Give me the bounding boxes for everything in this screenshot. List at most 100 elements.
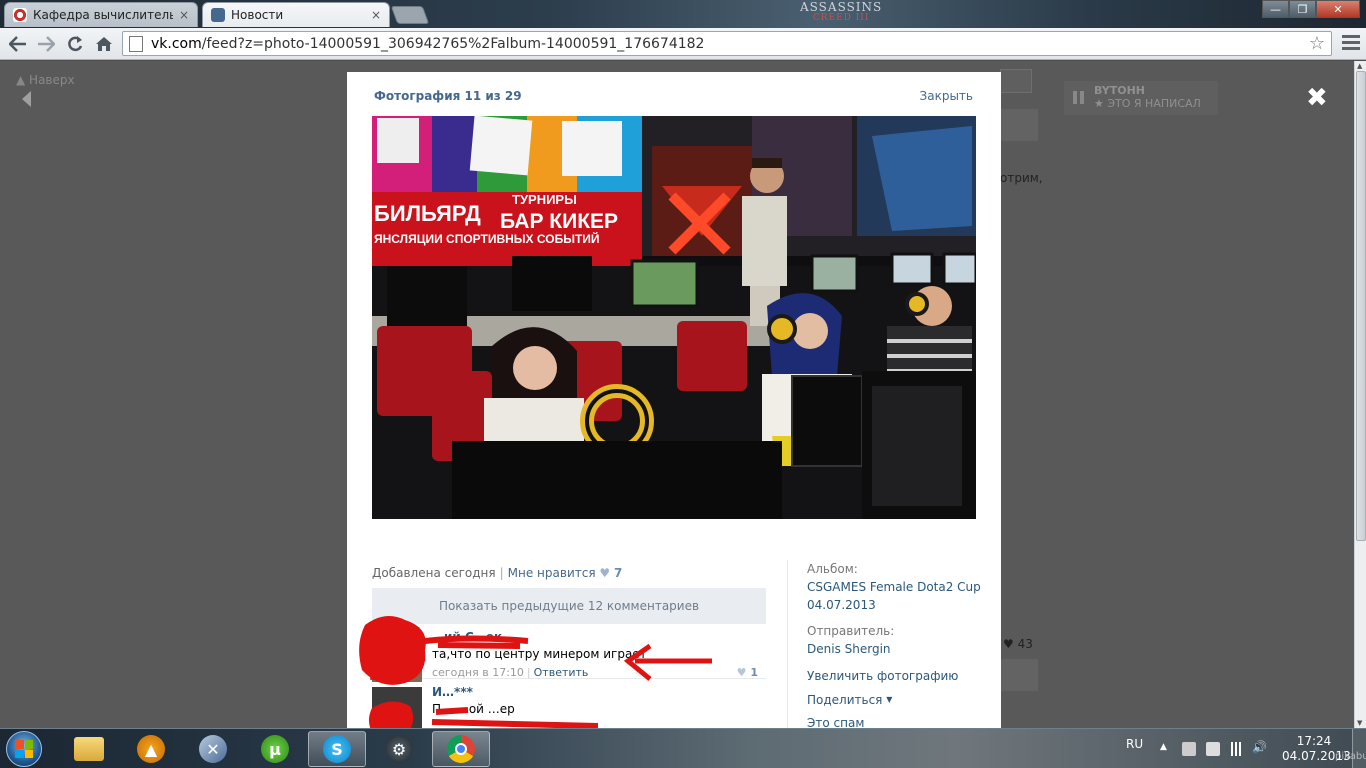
url-path: /feed?z=photo-14000591_306942765%2Falbum… [201,35,705,52]
show-previous-comments-button[interactable]: Показать предыдущие 12 комментариев [372,588,766,624]
back-button[interactable] [6,33,30,55]
background-text: отрим, [1000,171,1043,185]
show-hidden-icons-icon[interactable]: ▲ [1160,742,1174,756]
action-center-icon[interactable] [1206,742,1220,756]
photo-image[interactable]: БИЛЬЯРД ТУРНИРЫ БАР КИКЕР ЯНСЛЯЦИИ СПОРТ… [372,116,976,519]
scrollbar-thumb[interactable] [1356,71,1366,541]
wallpaper-logo: ASSASSINS CREED III [800,0,883,24]
up-link-label: Наверх [29,73,75,87]
taskbar-aimp[interactable]: ▲ [122,731,180,767]
watermark: pikabu.ru [1335,751,1366,762]
tab-kafedra[interactable]: Кафедра вычислительно × [4,2,198,27]
photo-counter: Фотография 11 из 29 [374,89,522,103]
forward-icon [38,36,55,52]
windows-logo-icon [15,740,33,758]
heart-icon[interactable]: ♥ [599,566,610,580]
background-likes: ♥ 43 [1003,637,1033,651]
tab-close-icon[interactable]: × [371,8,381,22]
browser-titlebar: Кафедра вычислительно × Новости × ASSASS… [0,0,1366,28]
report-spam-link[interactable]: Это спам [807,712,987,728]
up-arrow-icon: ▲ [16,73,30,87]
home-icon [96,37,112,51]
show-desktop-button[interactable] [1352,729,1366,768]
bookmark-star-icon[interactable]: ☆ [1309,33,1325,54]
photo-viewer-modal: Фотография 11 из 29 Закрыть БИЛЬЯРД ТУРН… [347,72,1001,728]
background-element [1000,659,1038,691]
taskbar-chrome[interactable] [432,731,490,767]
taskbar-utorrent[interactable]: µ [246,731,304,767]
audio-player-widget[interactable]: BYTOHH ★ ЭТО Я НАПИСАЛ [1064,81,1218,115]
taskbar-explorer[interactable] [60,731,118,767]
enlarge-photo-link[interactable]: Увеличить фотографию [807,665,987,688]
overlay-close-icon[interactable]: ✖ [1306,83,1328,113]
browser-toolbar: vk.com/feed?z=photo-14000591_306942765%2… [0,28,1366,60]
comment-author[interactable]: …ий С…ек [432,630,502,644]
prev-photo-arrow-icon[interactable] [22,91,31,107]
network-error-icon[interactable] [1182,742,1196,756]
sender-link[interactable]: Denis Shergin [807,640,987,658]
photo-close-link[interactable]: Закрыть [920,89,973,103]
utorrent-icon: µ [261,735,289,763]
steam-icon: ⚙ [385,735,413,763]
scroll-up-arrow-icon[interactable]: ▲ [1357,62,1362,70]
home-button[interactable] [92,33,116,55]
new-tab-button[interactable] [390,6,430,24]
background-element [1000,69,1032,93]
share-label: Поделиться [807,693,883,707]
forward-button[interactable] [34,33,58,55]
tab-title: Кафедра вычислительно [33,8,173,22]
comment-text: П… …ой …ер [432,702,515,716]
chrome-menu-icon[interactable] [1342,35,1360,53]
reply-link[interactable]: Ответить [534,666,589,679]
minimize-button[interactable]: — [1262,0,1289,18]
comment-like[interactable]: ♥ 1 [737,666,758,679]
wallpaper-logo-text: ASSASSINS [800,0,883,14]
language-indicator[interactable]: RU [1126,737,1143,751]
background-element [1000,109,1038,141]
vk-favicon-icon [211,8,225,22]
url-domain: vk.com [151,35,202,52]
skype-icon: S [323,735,351,763]
tab-title: Новости [231,8,284,22]
volume-icon[interactable]: 🔊 [1252,740,1267,754]
comment-item: …ий С…ек та,что по центру минером играет… [372,624,766,682]
player-track-subtitle: ★ ЭТО Я НАПИСАЛ [1094,97,1201,110]
window-close-button[interactable]: ✕ [1316,0,1360,18]
address-bar[interactable]: vk.com/feed?z=photo-14000591_306942765%2… [122,31,1332,56]
pause-icon[interactable] [1073,91,1084,104]
comment-author[interactable]: И…*** [432,685,473,699]
photo-added-line: Добавлена сегодня | Мне нравится ♥ 7 [372,566,623,580]
page-icon [129,35,143,52]
album-link[interactable]: CSGAMES Female Dota2 Cup 04.07.2013 [807,578,987,614]
reload-button[interactable] [63,33,87,55]
comment-date[interactable]: сегодня в 17:10 [432,666,524,679]
comment-text: та,что по центру минером играет [432,647,647,661]
player-track-title: BYTOHH [1094,84,1146,97]
taskbar-skype[interactable]: S [308,731,366,767]
avatar[interactable] [372,632,422,682]
tool-icon: ✕ [199,735,227,763]
avatar[interactable] [372,687,422,728]
tab-close-icon[interactable]: × [179,8,189,22]
start-button[interactable] [6,731,42,767]
tab-novosti[interactable]: Новости × [202,2,390,27]
comment-like-count: 1 [750,666,758,679]
comment-meta: сегодня в 17:10 | Ответить [432,666,589,679]
share-link[interactable]: Поделиться ▼ [807,688,987,712]
comment-item: И…*** П… …ой …ер [372,679,766,728]
signal-icon[interactable] [1229,742,1243,756]
scroll-down-arrow-icon[interactable]: ▼ [1357,719,1362,727]
like-button[interactable]: Мне нравится [508,566,596,580]
chrome-icon [447,735,475,763]
photo-sign-text: БИЛЬЯРД [374,201,481,226]
taskbar-steam[interactable]: ⚙ [370,731,428,767]
windows-taskbar: ▲ ✕ µ S ⚙ RU ▲ 🔊 17:24 04.07.2013 [0,728,1366,768]
taskbar-tool[interactable]: ✕ [184,731,242,767]
photo-info: Добавлена сегодня | Мне нравится ♥ 7 Показ… [372,566,766,728]
restore-button[interactable]: ❐ [1289,0,1316,18]
photo-sign-text: ЯНСЛЯЦИИ СПОРТИВНЫХ СОБЫТИЙ [374,231,600,246]
page-scrollbar[interactable]: ▲ ▼ [1354,61,1366,728]
clock-time: 17:24 [1296,734,1332,748]
scroll-up-link[interactable]: ▲ Наверх [16,73,75,107]
added-date: Добавлена сегодня [372,566,496,580]
